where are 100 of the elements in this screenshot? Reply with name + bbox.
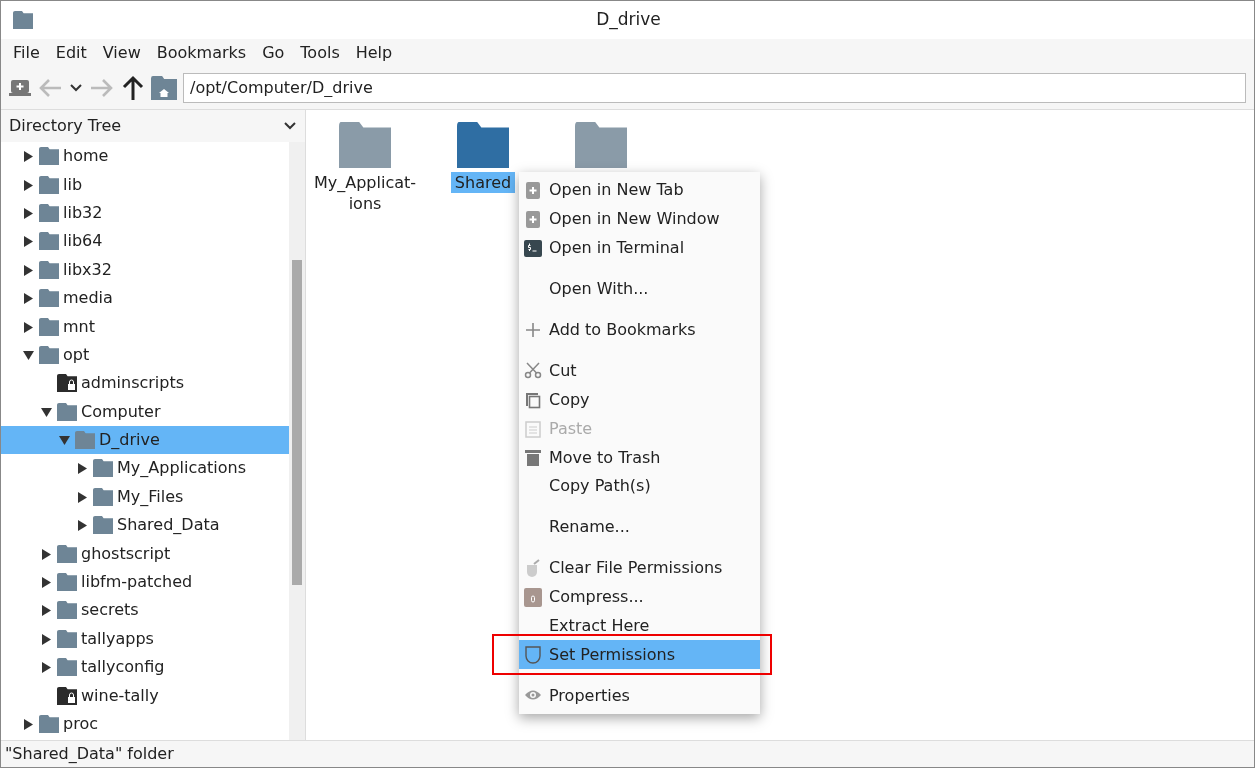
menu-item[interactable]: Go — [254, 39, 293, 66]
archive-icon — [524, 587, 542, 607]
folder-icon — [39, 175, 59, 194]
folder-icon — [57, 402, 77, 421]
folder-icon — [39, 260, 59, 279]
menu-item[interactable]: Add to Bookmarks — [519, 315, 760, 345]
status-text: "Shared_Data" folder — [1, 740, 1254, 767]
tree-item[interactable]: secrets — [1, 596, 289, 625]
collapsed-triangle-icon[interactable] — [22, 207, 34, 219]
scrollbar[interactable] — [289, 142, 305, 740]
tree-item[interactable]: My_Applications — [1, 454, 289, 483]
menu-item[interactable]: Open With... — [519, 274, 760, 304]
file-name[interactable]: My_Applicat- ions — [309, 172, 421, 214]
folder-icon[interactable] — [339, 122, 391, 168]
menu-item[interactable]: Compress... — [519, 582, 760, 612]
menu-item[interactable]: Open in New Tab — [519, 176, 760, 205]
expanded-triangle-icon[interactable] — [22, 349, 34, 361]
folder-icon — [57, 544, 77, 563]
dropdown-caret-icon[interactable] — [69, 82, 83, 93]
collapsed-triangle-icon[interactable] — [40, 577, 52, 589]
menu-item[interactable]: Bookmarks — [148, 39, 255, 66]
tree-item[interactable]: libx32 — [1, 255, 289, 284]
plus-icon — [524, 320, 542, 340]
menu-item[interactable]: Clear File Permissions — [519, 553, 760, 583]
tree-item[interactable]: lib32 — [1, 198, 289, 228]
menu-item[interactable]: Extract Here — [519, 611, 760, 641]
shield-icon — [524, 645, 542, 665]
folder-icon — [93, 516, 113, 535]
file-name[interactable]: Shared — [450, 172, 516, 193]
folder-icon — [39, 203, 59, 222]
tree-item[interactable]: adminscripts — [1, 369, 289, 398]
menu-item[interactable]: Open in New Window — [519, 204, 760, 234]
folder-icon[interactable] — [575, 122, 627, 168]
collapsed-triangle-icon[interactable] — [22, 293, 34, 305]
folder-icon — [57, 601, 77, 620]
tree-item[interactable]: Computer — [1, 397, 289, 426]
menu-item[interactable]: Move to Trash — [519, 443, 760, 472]
collapsed-triangle-icon[interactable] — [22, 719, 34, 730]
path-field[interactable]: /opt/Computer/D_drive — [183, 72, 1246, 103]
collapsed-triangle-icon[interactable] — [40, 662, 52, 674]
tree-item[interactable]: wine-tally — [1, 681, 289, 710]
folder-icon — [93, 487, 113, 506]
sidebar-title: Directory Tree — [9, 115, 122, 137]
folder-icon[interactable] — [457, 122, 509, 168]
tree-item[interactable]: libfm-patched — [1, 567, 289, 597]
folder-icon — [39, 345, 59, 364]
folder-icon — [39, 289, 59, 308]
tree-item[interactable]: home — [1, 142, 289, 171]
menu-item[interactable]: Open in Terminal — [519, 233, 760, 263]
folder-icon — [93, 459, 113, 478]
collapsed-triangle-icon[interactable] — [40, 548, 52, 560]
menu-item[interactable]: Properties — [519, 681, 760, 711]
copy-icon — [524, 390, 542, 410]
tree-item[interactable]: My_Files — [1, 482, 289, 512]
menu-item[interactable]: Help — [347, 39, 401, 66]
page-plus-icon — [524, 209, 542, 229]
menu-item[interactable]: Edit — [47, 39, 95, 66]
collapsed-triangle-icon[interactable] — [22, 264, 34, 276]
collapsed-triangle-icon[interactable] — [76, 491, 88, 503]
menu-item[interactable]: Rename... — [519, 512, 760, 542]
collapsed-triangle-icon[interactable] — [76, 520, 88, 532]
up-arrow-icon[interactable] — [121, 74, 145, 101]
tree-item[interactable]: Shared_Data — [1, 511, 289, 540]
menu-item[interactable]: Set Permissions — [519, 640, 760, 670]
folder-icon — [39, 715, 59, 733]
tree-item[interactable]: D_drive — [1, 425, 289, 455]
tree-item[interactable]: proc — [1, 709, 289, 739]
menu-item[interactable]: File — [5, 39, 48, 66]
folder-icon — [57, 658, 77, 677]
tree-item[interactable]: tallyapps — [1, 624, 289, 654]
menu-item[interactable]: Copy Path(s) — [519, 472, 760, 501]
expanded-triangle-icon[interactable] — [58, 435, 70, 447]
collapsed-triangle-icon[interactable] — [22, 151, 34, 163]
folder-icon — [39, 317, 59, 336]
collapsed-triangle-icon[interactable] — [76, 463, 88, 475]
new-window-icon[interactable] — [9, 77, 31, 98]
menu-item[interactable]: Cut — [519, 356, 760, 386]
chevron-down-icon[interactable] — [283, 121, 297, 131]
menu-item[interactable]: View — [94, 39, 149, 66]
tree-item[interactable]: lib64 — [1, 227, 289, 256]
folder-icon — [39, 147, 59, 166]
page-plus-icon — [524, 180, 542, 200]
collapsed-triangle-icon[interactable] — [40, 633, 52, 645]
collapsed-triangle-icon[interactable] — [40, 605, 52, 617]
folder-icon — [39, 232, 59, 251]
expanded-triangle-icon[interactable] — [40, 406, 52, 418]
tree-item[interactable]: lib — [1, 170, 289, 199]
menu-item[interactable]: Copy — [519, 385, 760, 415]
collapsed-triangle-icon[interactable] — [22, 179, 34, 191]
terminal-icon — [524, 238, 542, 258]
tree-item[interactable]: tallyconfig — [1, 653, 289, 682]
collapsed-triangle-icon[interactable] — [22, 236, 34, 248]
tree-item[interactable]: mnt — [1, 312, 289, 341]
menu-item[interactable]: Tools — [292, 39, 348, 66]
collapsed-triangle-icon[interactable] — [22, 321, 34, 333]
tree-item[interactable]: ghostscript — [1, 539, 289, 568]
tree-item[interactable]: media — [1, 283, 289, 313]
tree-item[interactable]: opt — [1, 340, 289, 370]
clipboard-icon — [524, 419, 542, 439]
home-folder-icon[interactable] — [151, 75, 177, 100]
